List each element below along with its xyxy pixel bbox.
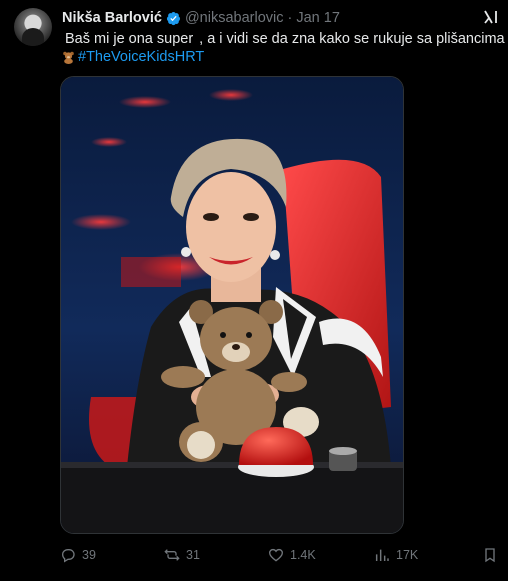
- author-name[interactable]: Nikša Barlović: [62, 10, 162, 26]
- like-button[interactable]: 1.4K: [268, 544, 316, 566]
- views-button[interactable]: 17K: [374, 544, 418, 566]
- views-icon: [375, 549, 389, 561]
- like-count: 1.4K: [290, 548, 316, 562]
- tweet: Nikša Barlović @niksabarlovic · Jan 17 B…: [0, 0, 508, 581]
- tweet-date[interactable]: Jan 17: [296, 10, 340, 26]
- avatar[interactable]: [14, 8, 52, 46]
- tweet-text-line-2: #TheVoiceKidsHRT: [62, 48, 502, 66]
- tweet-text: Baš mi je ona super , a i vidi se da zna…: [62, 30, 505, 66]
- reply-count: 39: [82, 548, 96, 562]
- repost-icon: [164, 549, 180, 561]
- tweet-photo[interactable]: [60, 76, 404, 534]
- repost-button[interactable]: 31: [164, 544, 200, 566]
- tweet-text-line-1: Baš mi je ona super , a i vidi se da zna…: [62, 30, 505, 48]
- repost-count: 31: [186, 548, 200, 562]
- author-handle[interactable]: @niksabarlovic: [185, 10, 284, 26]
- verified-badge-icon: [166, 11, 181, 25]
- reply-icon: [61, 549, 75, 563]
- hashtag-link[interactable]: #TheVoiceKidsHRT: [78, 48, 204, 66]
- like-icon: [268, 548, 284, 562]
- tweet-text-part2: , a i vidi se da zna kako se rukuje sa p…: [199, 31, 505, 47]
- tweet-text-part1: Baš mi je ona super: [65, 31, 194, 47]
- teddy-bear-emoji: [63, 51, 74, 64]
- views-count: 17K: [396, 548, 419, 562]
- tweet-header: Nikša Barlović @niksabarlovic · Jan 17: [62, 9, 340, 27]
- bookmark-button[interactable]: [482, 544, 498, 566]
- reply-button[interactable]: 39: [60, 544, 96, 566]
- bookmark-icon: [485, 548, 495, 563]
- action-bar: 39 31 1.4K 17K: [60, 544, 500, 566]
- grok-icon[interactable]: [483, 9, 499, 25]
- separator-dot: ·: [287, 10, 293, 26]
- photo-illustration: [61, 77, 403, 533]
